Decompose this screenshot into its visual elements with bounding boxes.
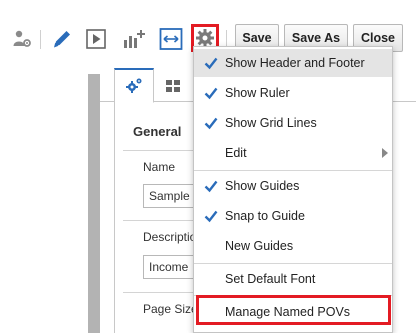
gear-icon	[196, 29, 214, 47]
name-label: Name	[143, 160, 176, 174]
settings-menu: Show Header and Footer Show Ruler Show G…	[193, 46, 393, 333]
left-panel-strip	[88, 74, 100, 333]
checkmark-icon	[204, 87, 218, 100]
menu-item-new-guides[interactable]: New Guides	[194, 232, 392, 260]
menu-item-snap-to-guide[interactable]: Snap to Guide	[194, 202, 392, 230]
menu-item-show-header-footer[interactable]: Show Header and Footer	[194, 49, 392, 77]
user-gear-icon[interactable]	[10, 27, 34, 51]
tab-layout-settings[interactable]	[114, 68, 154, 103]
menu-item-label: Show Guides	[225, 179, 300, 193]
add-chart-icon[interactable]	[122, 27, 146, 51]
layout-settings-tab-icon	[126, 78, 142, 93]
submenu-arrow-icon	[382, 148, 388, 158]
menu-item-label: Show Header and Footer	[225, 56, 365, 70]
play-icon[interactable]	[84, 27, 108, 51]
pencil-icon[interactable]	[50, 27, 74, 51]
menu-item-label: Manage Named POVs	[225, 305, 351, 319]
menu-item-label: Snap to Guide	[225, 209, 305, 223]
menu-item-set-default-font[interactable]: Set Default Font	[194, 265, 392, 293]
section-title-general: General	[133, 124, 182, 139]
menu-item-show-grid-lines[interactable]: Show Grid Lines	[194, 109, 392, 137]
checkmark-icon	[204, 57, 218, 70]
menu-item-label: Set Default Font	[225, 272, 316, 286]
menu-item-manage-named-povs[interactable]: Manage Named POVs	[194, 298, 392, 326]
page-size-label: Page Size	[143, 302, 198, 316]
tab-grid[interactable]	[154, 68, 192, 103]
menu-item-edit[interactable]: Edit	[194, 139, 392, 167]
menu-item-label: Edit	[225, 146, 247, 160]
menu-separator	[194, 263, 392, 264]
menu-item-label: New Guides	[225, 239, 294, 253]
menu-item-show-guides[interactable]: Show Guides	[194, 172, 392, 200]
fit-width-icon[interactable]	[159, 27, 183, 51]
checkmark-icon	[204, 117, 218, 130]
menu-separator	[194, 295, 392, 296]
menu-item-label: Show Ruler	[225, 86, 290, 100]
grid-tab-icon	[166, 79, 180, 92]
toolbar-separator	[40, 30, 41, 49]
menu-item-label: Show Grid Lines	[225, 116, 317, 130]
menu-item-show-ruler[interactable]: Show Ruler	[194, 79, 392, 107]
checkmark-icon	[204, 210, 218, 223]
menu-separator	[194, 170, 392, 171]
checkmark-icon	[204, 180, 218, 193]
